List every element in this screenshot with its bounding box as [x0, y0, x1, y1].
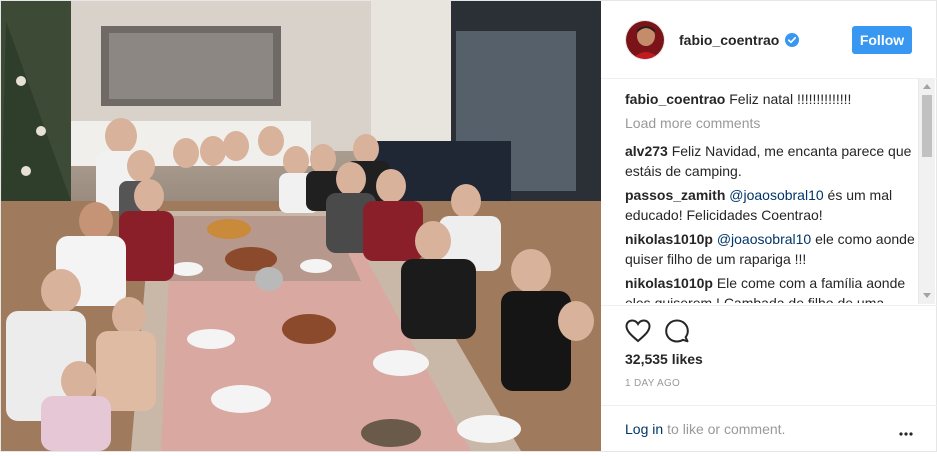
- comments-scrollbar[interactable]: [918, 78, 935, 304]
- comment-username[interactable]: nikolas1010p: [625, 275, 713, 291]
- scroll-down-arrow-icon[interactable]: [923, 293, 931, 298]
- login-link[interactable]: Log in: [625, 421, 663, 437]
- post-photo[interactable]: [1, 1, 601, 451]
- comment-username[interactable]: passos_zamith: [625, 187, 725, 203]
- post-side-panel: fabio_coentrao Follow fabio_coentrao Fel…: [601, 1, 937, 451]
- comment-username[interactable]: alv273: [625, 143, 668, 159]
- comment-mention-link[interactable]: @joaosobral10: [729, 187, 823, 203]
- comment-icon[interactable]: [665, 319, 689, 346]
- family-dinner-photo: [1, 1, 601, 451]
- avatar[interactable]: [625, 19, 665, 60]
- comment-mention-link[interactable]: @joaosobral10: [717, 231, 811, 247]
- follow-button[interactable]: Follow: [852, 26, 912, 54]
- login-prompt-text: to like or comment.: [667, 420, 786, 437]
- login-prompt: Log in to like or comment.: [601, 405, 937, 451]
- profile-picture-icon: [626, 20, 664, 59]
- caption: fabio_coentrao Feliz natal !!!!!!!!!!!!!…: [625, 89, 915, 109]
- comment-username[interactable]: nikolas1010p: [625, 231, 713, 247]
- heart-icon[interactable]: [625, 319, 651, 346]
- username-link[interactable]: fabio_coentrao: [679, 32, 779, 48]
- caption-text: Feliz natal !!!!!!!!!!!!!!: [729, 91, 852, 107]
- scroll-up-arrow-icon[interactable]: [923, 84, 931, 89]
- post-timestamp: 1 DAY AGO: [625, 378, 681, 389]
- caption-username[interactable]: fabio_coentrao: [625, 91, 725, 107]
- likes-count[interactable]: 32,535 likes: [625, 351, 703, 367]
- comment-item: alv273 Feliz Navidad, me encanta parece …: [625, 141, 915, 181]
- post-actions: 32,535 likes 1 DAY AGO: [601, 305, 937, 405]
- instagram-post: fabio_coentrao Follow fabio_coentrao Fel…: [0, 0, 937, 452]
- comment-text: Feliz Navidad, me encanta parece que est…: [625, 143, 912, 179]
- more-options-icon[interactable]: [899, 423, 913, 439]
- scrollbar-thumb[interactable]: [922, 95, 932, 157]
- verified-badge-icon: [785, 32, 800, 47]
- load-more-comments-button[interactable]: Load more comments: [625, 113, 915, 133]
- comments-list: fabio_coentrao Feliz natal !!!!!!!!!!!!!…: [625, 89, 915, 303]
- comment-item: nikolas1010p Ele come com a família aond…: [625, 273, 915, 303]
- comment-item: nikolas1010p @joaosobral10 ele como aond…: [625, 229, 915, 269]
- post-header: fabio_coentrao Follow: [601, 1, 937, 79]
- comment-item: passos_zamith @joaosobral10 és um mal ed…: [625, 185, 915, 225]
